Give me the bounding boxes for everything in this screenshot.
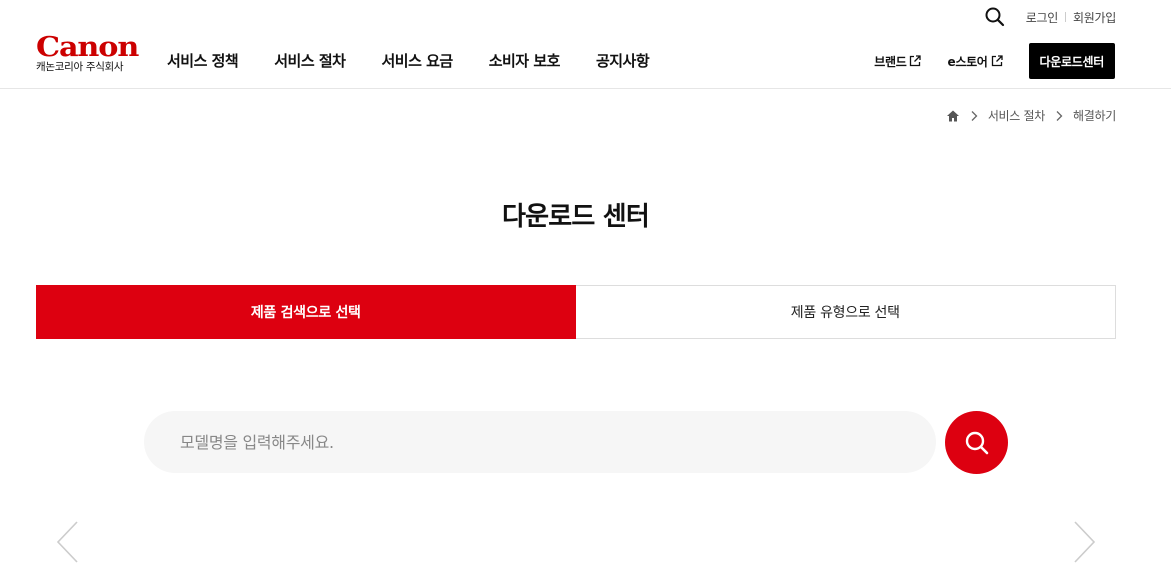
site-header: Canon 캐논코리아 주식회사 로그인 회원가입 서비스 정책 서비스 절차 … (0, 0, 1171, 89)
search-icon[interactable] (984, 6, 1006, 28)
logo-wordmark: Canon (36, 32, 139, 63)
estore-link[interactable]: e스토어 (947, 53, 1003, 70)
external-link-icon (910, 55, 922, 67)
nav-item-consumer-protection[interactable]: 소비자 보호 (489, 50, 561, 71)
download-center-button[interactable]: 다운로드센터 (1028, 43, 1115, 79)
nav-item-service-fee[interactable]: 서비스 요금 (381, 50, 453, 71)
nav-item-notice[interactable]: 공지사항 (596, 50, 650, 71)
right-nav: 브랜드 e스토어 다운로드센터 (874, 43, 1115, 79)
breadcrumb: 서비스 절차 해결하기 (946, 107, 1116, 124)
model-search-input[interactable] (144, 411, 936, 473)
main-nav: 서비스 정책 서비스 절차 서비스 요금 소비자 보호 공지사항 (167, 50, 685, 71)
signup-link[interactable]: 회원가입 (1073, 9, 1116, 26)
page-title: 다운로드 센터 (502, 202, 650, 232)
login-link[interactable]: 로그인 (1026, 9, 1059, 26)
chevron-right-icon (971, 110, 978, 121)
utility-bar: 로그인 회원가입 (984, 6, 1116, 28)
estore-link-label: e스토어 (947, 54, 988, 69)
utility-divider (1065, 12, 1067, 22)
carousel-next-button[interactable] (1071, 520, 1097, 564)
tab-product-type[interactable]: 제품 유형으로 선택 (575, 285, 1116, 339)
tab-product-search[interactable]: 제품 검색으로 선택 (36, 285, 576, 339)
nav-item-service-policy[interactable]: 서비스 정책 (167, 50, 239, 71)
selection-tabs: 제품 검색으로 선택 제품 유형으로 선택 (36, 285, 1116, 339)
chevron-right-icon (1056, 110, 1063, 121)
breadcrumb-item-procedure[interactable]: 서비스 절차 (988, 107, 1046, 124)
brand-link[interactable]: 브랜드 (874, 53, 922, 70)
search-submit-button[interactable] (945, 411, 1008, 474)
canon-logo[interactable]: Canon 캐논코리아 주식회사 (36, 34, 139, 73)
brand-link-label: 브랜드 (874, 54, 907, 69)
external-link-icon (991, 55, 1003, 67)
carousel-prev-button[interactable] (55, 520, 81, 564)
nav-item-service-procedure[interactable]: 서비스 절차 (274, 50, 346, 71)
breadcrumb-item-resolve[interactable]: 해결하기 (1073, 107, 1116, 124)
search-icon (965, 431, 988, 454)
home-icon[interactable] (946, 109, 960, 123)
